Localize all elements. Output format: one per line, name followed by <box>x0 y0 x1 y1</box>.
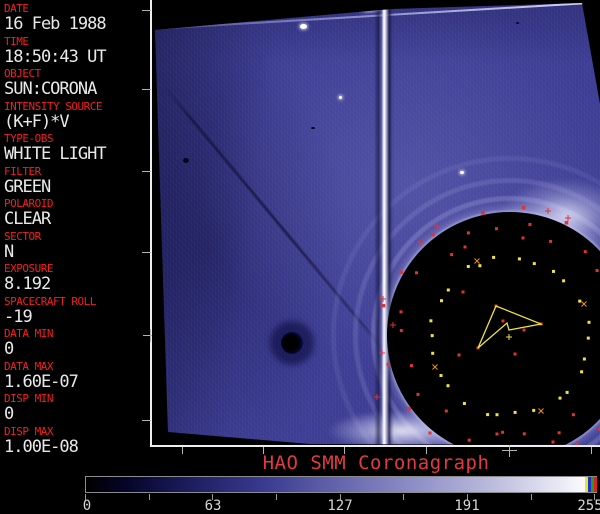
field-value: 8.192 <box>4 274 51 294</box>
metadata-field: SPACECRAFT ROLL -19 <box>0 295 150 328</box>
field-value: GREEN <box>4 176 51 197</box>
metadata-field: POLAROID CLEAR <box>0 197 150 230</box>
metadata-field: DATA MAX 1.60E-07 <box>0 360 150 393</box>
axis-tick-left <box>142 252 151 253</box>
metadata-field: DISP MIN 0 <box>0 392 150 425</box>
field-label: FILTER <box>4 164 41 178</box>
colorbar-tick <box>403 494 404 500</box>
coronagraph-image <box>152 0 600 445</box>
metadata-field: TIME 18:50:43 UT <box>0 35 150 68</box>
field-label: SECTOR <box>4 229 41 243</box>
field-value: 1.60E-07 <box>4 371 79 392</box>
axis-tick-left <box>142 171 151 172</box>
field-value: -19 <box>4 306 33 327</box>
star-dot <box>339 96 342 99</box>
field-label: SPACECRAFT ROLL <box>4 294 96 308</box>
dark-speck <box>311 127 315 129</box>
field-value: 18:50:43 UT <box>4 46 107 67</box>
field-value: 0 <box>4 404 14 424</box>
field-label: TIME <box>4 34 29 48</box>
dark-speck <box>183 158 189 163</box>
metadata-field: INTENSITY SOURCE (K+F)*V <box>0 100 150 133</box>
axis-tick-left <box>142 420 151 421</box>
field-value: 16 Feb 1988 <box>4 14 107 34</box>
field-value: CLEAR <box>4 209 51 229</box>
metadata-field: DATA MIN 0 <box>0 327 150 360</box>
coronagraph-viewer: { "header": {"app": "HAO SMM Coronagraph… <box>0 0 600 514</box>
field-label: DISP MAX <box>4 424 53 438</box>
star-dot <box>460 171 464 174</box>
metadata-field: DATE 16 Feb 1988 <box>0 2 150 35</box>
camera-frame <box>155 3 600 445</box>
pylon-bright-streak <box>374 3 394 445</box>
image-frame-bottom-line <box>150 445 600 447</box>
field-label: DATA MIN <box>4 327 53 340</box>
field-value: SUN:CORONA <box>4 79 97 99</box>
metadata-field: DISP MAX 1.00E-08 <box>0 425 150 458</box>
field-label: DATA MAX <box>4 359 53 373</box>
metadata-field: OBJECT SUN:CORONA <box>0 67 150 100</box>
metadata-field: SECTOR N <box>0 230 150 263</box>
intensity-colorbar <box>85 476 597 493</box>
field-value: N <box>4 241 14 262</box>
field-label: DISP MIN <box>4 392 53 405</box>
star-dot <box>300 24 307 29</box>
metadata-field: EXPOSURE 8.192 <box>0 262 150 295</box>
page-title: HAO SMM Coronagraph <box>262 452 490 474</box>
dust-blob <box>281 332 303 354</box>
field-value: WHITE LIGHT <box>4 144 107 164</box>
colorbar-tick <box>149 494 150 500</box>
field-label: INTENSITY SOURCE <box>4 99 102 113</box>
dark-speck <box>516 22 519 24</box>
bright-smear-top <box>355 3 383 14</box>
colorbar-reference-stripe <box>594 477 597 492</box>
axis-tick-left <box>142 89 151 90</box>
sun-center-cross <box>150 329 151 342</box>
axis-tick-left <box>142 10 151 11</box>
field-value: 1.00E-08 <box>4 436 79 457</box>
colorbar-tick <box>276 494 277 500</box>
colorbar-tick <box>531 494 532 500</box>
field-value: 0 <box>4 339 14 359</box>
metadata-field: FILTER GREEN <box>0 165 150 198</box>
metadata-field: TYPE-OBS WHITE LIGHT <box>0 132 150 165</box>
field-value: (K+F)*V <box>4 111 70 132</box>
metadata-sidebar: DATE 16 Feb 1988 TIME 18:50:43 UT OBJECT… <box>0 0 150 456</box>
